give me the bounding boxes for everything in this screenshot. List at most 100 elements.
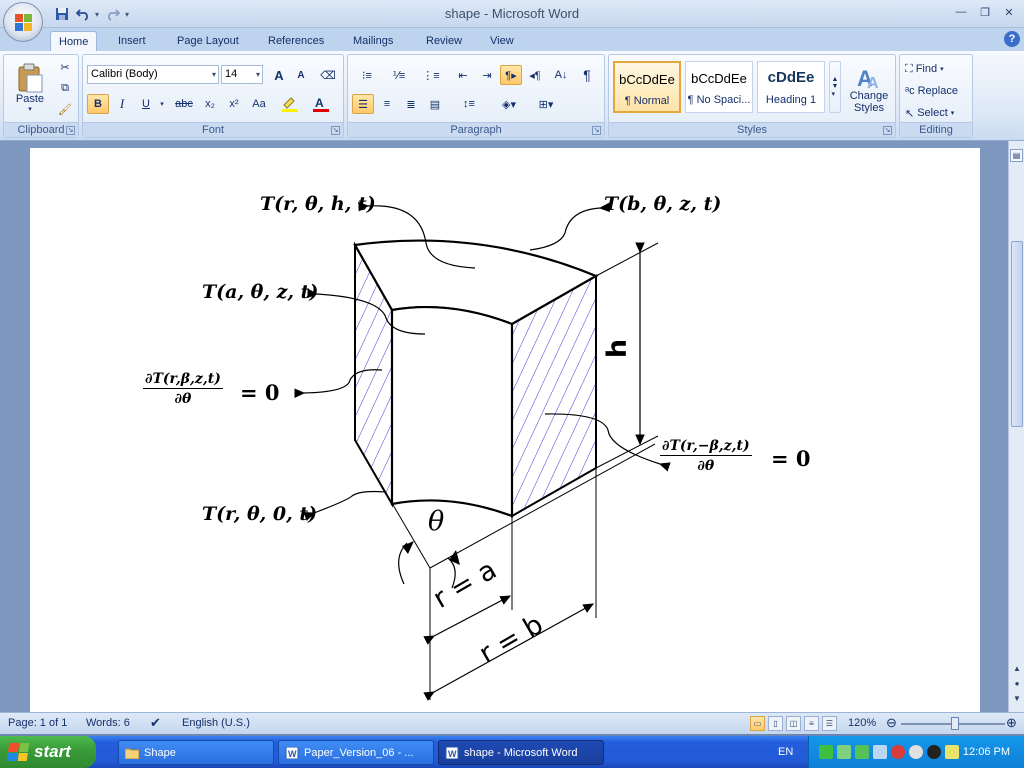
align-left-icon[interactable]: ☰ [352, 94, 374, 114]
vertical-scrollbar[interactable]: ▤ ▲ ● ▼ [1008, 141, 1024, 712]
tab-review[interactable]: Review [418, 31, 470, 51]
tray-app-icon[interactable] [837, 745, 851, 759]
document-page[interactable]: T(r, θ, h, t) T(b, θ, z, t) T(a, θ, z, t… [30, 148, 980, 712]
bold-button[interactable]: B [87, 94, 109, 114]
zoom-level[interactable]: 120% [848, 717, 876, 729]
superscript-button[interactable]: x² [223, 94, 245, 114]
ribbon: Paste ▾ ✂ ⧉ 🖌 Clipboard ↘ Calibri (Body)… [0, 51, 1024, 141]
office-button[interactable] [3, 2, 43, 42]
strikethrough-button[interactable]: abc [171, 94, 197, 114]
shading-icon[interactable]: ◈▾ [492, 94, 526, 114]
minimize-icon[interactable]: — [950, 3, 972, 21]
style-heading-1[interactable]: cDdEe Heading 1 [757, 61, 825, 113]
scroll-up-icon[interactable]: ▲ [1011, 663, 1023, 675]
font-launcher-icon[interactable]: ↘ [331, 126, 340, 135]
show-marks-icon[interactable]: ¶ [576, 65, 598, 85]
align-center-icon[interactable]: ≡ [376, 94, 398, 114]
draft-icon[interactable]: ☰ [822, 716, 837, 731]
zoom-out-icon[interactable]: ⊖ [886, 715, 897, 731]
taskbar-item-shape-folder[interactable]: Shape [118, 740, 274, 765]
clipboard-launcher-icon[interactable]: ↘ [66, 126, 75, 135]
sort-icon[interactable]: A↓ [550, 65, 572, 85]
full-screen-reading-icon[interactable]: ▯ [768, 716, 783, 731]
scroll-thumb[interactable] [1011, 241, 1023, 427]
ltr-direction-icon[interactable]: ¶▸ [500, 65, 522, 85]
increase-indent-icon[interactable]: ⇥ [476, 65, 498, 85]
ruler-toggle-icon[interactable]: ▤ [1010, 149, 1023, 162]
proofing-icon[interactable]: ✔ [150, 715, 161, 731]
clear-formatting-icon[interactable]: ⌫ [317, 65, 339, 85]
select-button[interactable]: ↖ Select ▾ [904, 103, 970, 123]
security-shield-icon[interactable] [891, 745, 905, 759]
align-right-icon[interactable]: ≣ [400, 94, 422, 114]
network-icon[interactable] [819, 745, 833, 759]
ribbon-tabs: Home Insert Page Layout References Maili… [0, 28, 1024, 51]
select-browse-object-icon[interactable]: ● [1011, 678, 1023, 690]
clock[interactable]: 12:06 PM [963, 746, 1010, 758]
font-family-select[interactable]: Calibri (Body) ▾ [87, 65, 219, 84]
word-count[interactable]: Words: 6 [86, 717, 130, 729]
styles-launcher-icon[interactable]: ↘ [883, 126, 892, 135]
subscript-button[interactable]: x₂ [199, 94, 221, 114]
italic-button[interactable]: I [111, 94, 133, 114]
tray-app-icon[interactable] [855, 745, 869, 759]
volume-icon[interactable] [945, 745, 959, 759]
print-layout-icon[interactable]: ▭ [750, 716, 765, 731]
justify-icon[interactable]: ▤ [424, 94, 446, 114]
tray-app-icon[interactable] [927, 745, 941, 759]
tab-view[interactable]: View [482, 31, 522, 51]
line-spacing-icon[interactable]: ↕≡ [454, 94, 484, 114]
decrease-indent-icon[interactable]: ⇤ [452, 65, 474, 85]
windows-logo-icon [6, 743, 30, 761]
cut-icon[interactable]: ✂ [56, 58, 74, 76]
paragraph-launcher-icon[interactable]: ↘ [592, 126, 601, 135]
taskbar-item-shape-word[interactable]: W shape - Microsoft Word [438, 740, 604, 765]
font-size-select[interactable]: 14 ▾ [221, 65, 263, 84]
style-no-spacing[interactable]: bCcDdEe ¶ No Spaci... [685, 61, 753, 113]
underline-button[interactable]: U [135, 94, 157, 114]
close-icon[interactable]: ✕ [998, 3, 1020, 21]
tab-home[interactable]: Home [50, 31, 98, 51]
tray-app-icon[interactable] [909, 745, 923, 759]
tab-page-layout[interactable]: Page Layout [169, 31, 247, 51]
window-controls: — ❐ ✕ [950, 3, 1020, 21]
outline-icon[interactable]: ≡ [804, 716, 819, 731]
find-button[interactable]: ⛶ Find ▾ [904, 59, 970, 79]
right-boundary-derivative: ∂T(r,−β,z,t) ∂θ [660, 438, 752, 474]
tab-references[interactable]: References [260, 31, 332, 51]
web-layout-icon[interactable]: ◫ [786, 716, 801, 731]
highlight-icon[interactable] [277, 94, 303, 114]
bullets-icon[interactable]: ⁝≡ [352, 65, 382, 85]
underline-dropdown-icon[interactable]: ▾ [157, 94, 167, 114]
tab-mailings[interactable]: Mailings [345, 31, 401, 51]
cursor-icon: ↖ [905, 107, 915, 120]
change-styles-button[interactable]: AA Change Styles [845, 59, 893, 119]
replace-button[interactable]: ᵃc Replace [904, 81, 970, 101]
numbering-icon[interactable]: ⅟≡ [384, 65, 414, 85]
tray-app-icon[interactable] [873, 745, 887, 759]
zoom-slider-knob[interactable] [951, 717, 959, 730]
copy-icon[interactable]: ⧉ [56, 79, 74, 97]
styles-scroll-icon[interactable]: ▲ ▼ ▾ [829, 61, 841, 113]
taskbar-item-paper-version[interactable]: W Paper_Version_06 - ... [278, 740, 434, 765]
language-indicator[interactable]: English (U.S.) [182, 717, 250, 729]
format-painter-icon[interactable]: 🖌 [56, 100, 74, 118]
change-case-button[interactable]: Aa [247, 94, 271, 114]
style-normal[interactable]: bCcDdEe ¶ Normal [613, 61, 681, 113]
tab-insert[interactable]: Insert [110, 31, 154, 51]
scroll-down-icon[interactable]: ▼ [1011, 693, 1023, 705]
start-button[interactable]: start [0, 736, 96, 768]
page-count[interactable]: Page: 1 of 1 [8, 717, 67, 729]
shrink-font-button[interactable]: A [291, 65, 311, 85]
label-top-temperature: T(r, θ, h, t) [260, 193, 376, 215]
help-icon[interactable]: ? [1004, 31, 1020, 47]
zoom-in-icon[interactable]: ⊕ [1006, 715, 1017, 731]
restore-icon[interactable]: ❐ [974, 3, 996, 21]
borders-icon[interactable]: ⊞▾ [530, 94, 562, 114]
grow-font-button[interactable]: A [269, 65, 289, 85]
font-color-icon[interactable]: A [307, 94, 335, 114]
language-bar[interactable]: EN [778, 746, 793, 758]
rtl-direction-icon[interactable]: ◂¶ [524, 65, 546, 85]
paste-button[interactable]: Paste ▾ [8, 58, 52, 118]
multilevel-list-icon[interactable]: ⋮≡ [416, 65, 446, 85]
